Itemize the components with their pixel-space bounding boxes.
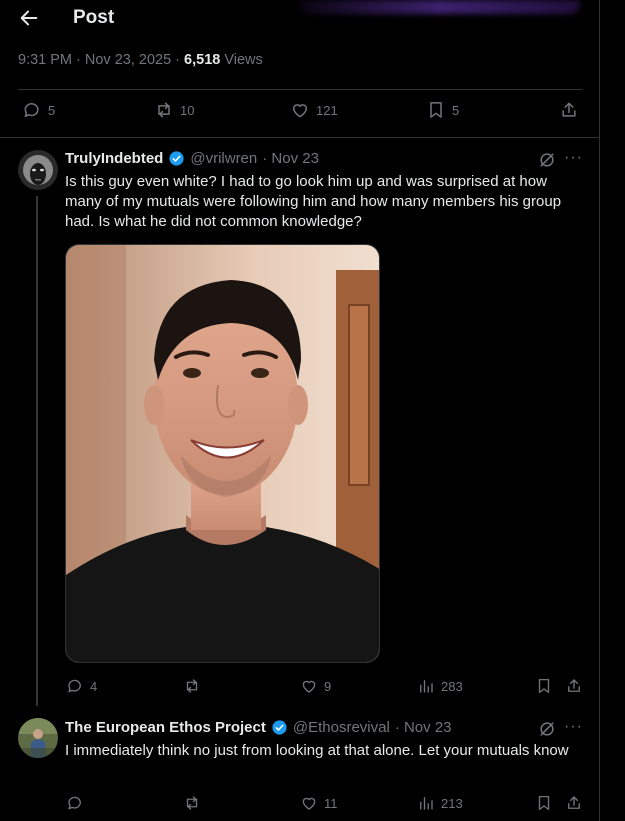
display-name[interactable]: TrulyIndebted — [65, 150, 163, 167]
divider — [0, 137, 600, 138]
reply-text: Is this guy even white? I had to go look… — [65, 173, 562, 230]
reply-button[interactable] — [66, 794, 90, 812]
more-options-icon[interactable]: ··· — [564, 718, 583, 736]
attached-photo[interactable] — [65, 244, 380, 663]
header-glow — [300, 0, 580, 14]
reply-date[interactable]: · Nov 23 — [395, 719, 452, 736]
like-count: 11 — [324, 795, 338, 811]
thread-line — [36, 196, 38, 706]
heart-icon — [302, 797, 316, 810]
bar-chart-icon — [420, 680, 433, 693]
verified-badge-icon — [272, 720, 287, 735]
repost-icon — [186, 679, 198, 693]
reply-header: The European Ethos Project @Ethosrevival… — [65, 719, 452, 736]
reply-header: TrulyIndebted @vrilwren · Nov 23 — [65, 150, 319, 167]
share-button[interactable] — [565, 794, 583, 812]
bookmark-icon — [538, 678, 550, 694]
repost-button[interactable] — [183, 677, 207, 695]
grok-icon[interactable] — [537, 150, 557, 170]
reply-icon — [68, 796, 81, 810]
like-count: 121 — [316, 102, 338, 118]
grok-icon[interactable] — [537, 719, 557, 739]
repost-icon — [158, 102, 170, 118]
repost-button[interactable] — [183, 794, 207, 812]
reply-count: 5 — [48, 102, 56, 118]
views-count: 6,518 — [184, 52, 221, 68]
arrow-left-icon[interactable] — [18, 7, 40, 29]
reply-text: I immediately think no just from looking… — [65, 742, 569, 759]
divider — [18, 89, 583, 90]
avatar[interactable] — [18, 718, 58, 758]
views-count: 213 — [441, 795, 463, 811]
page-title: Post — [73, 7, 115, 28]
heart-icon — [302, 680, 316, 693]
like-button[interactable]: 9 — [300, 677, 331, 695]
share-button[interactable] — [565, 677, 583, 695]
post-action-bar: 5 10 121 5 — [18, 100, 583, 126]
like-button[interactable]: 11 — [300, 794, 338, 812]
top-bar: Post — [0, 0, 600, 40]
views-button[interactable]: 213 — [417, 794, 463, 812]
share-icon — [562, 102, 576, 117]
bookmark-icon — [538, 795, 550, 811]
repost-button[interactable]: 10 — [154, 100, 194, 120]
display-name[interactable]: The European Ethos Project — [65, 719, 266, 736]
user-handle[interactable]: @vrilwren — [190, 150, 257, 167]
post-meta: 9:31 PM · Nov 23, 2025 · 6,518 Views — [18, 52, 263, 68]
like-count: 9 — [324, 678, 332, 694]
post-detail-column: Post 9:31 PM · Nov 23, 2025 · 6,518 View… — [0, 0, 600, 821]
reply-icon — [68, 679, 81, 693]
verified-badge-icon — [169, 151, 184, 166]
more-options-icon[interactable]: ··· — [564, 149, 583, 167]
bookmark-button[interactable] — [535, 794, 553, 812]
avatar[interactable] — [18, 150, 58, 190]
bar-chart-icon — [420, 797, 433, 810]
post-timestamp[interactable]: 9:31 PM · Nov 23, 2025 · — [18, 52, 184, 68]
bookmark-button[interactable] — [535, 677, 553, 695]
bookmark-button[interactable]: 5 — [426, 100, 459, 120]
share-icon — [568, 679, 580, 692]
bookmark-count: 5 — [452, 102, 460, 118]
repost-count: 10 — [180, 102, 195, 118]
user-handle[interactable]: @Ethosrevival — [293, 719, 390, 736]
views-button[interactable]: 283 — [417, 677, 463, 695]
reply-button[interactable]: 4 — [66, 677, 97, 695]
reply-count: 4 — [90, 678, 98, 694]
views-count: 283 — [441, 678, 463, 694]
reply-date[interactable]: · Nov 23 — [262, 150, 319, 167]
share-icon — [568, 796, 580, 809]
repost-icon — [186, 796, 198, 810]
heart-icon — [293, 104, 307, 118]
like-button[interactable]: 121 — [290, 100, 338, 120]
views-label: Views — [220, 52, 263, 68]
bookmark-icon — [430, 102, 442, 118]
reply-button[interactable]: 5 — [22, 100, 55, 120]
reply-icon — [24, 103, 39, 117]
share-button[interactable] — [559, 100, 579, 120]
